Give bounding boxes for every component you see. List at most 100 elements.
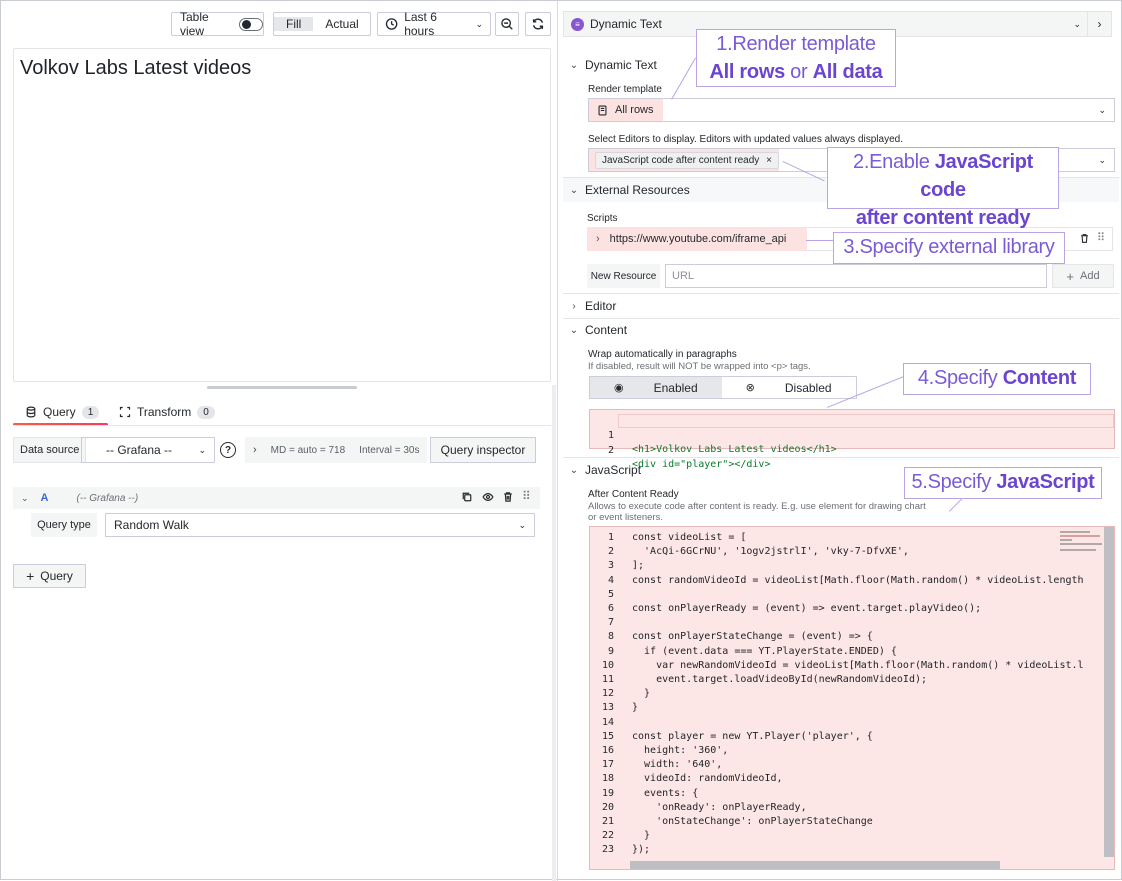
code-line: 7 [590,616,1060,630]
code-text: <h1>Volkov Labs Latest videos</h1> [632,444,837,455]
code-text: var newRandomVideoId = videoList[Math.fl… [632,659,1084,671]
line-number: 17 [601,759,614,771]
query-type-row: Query type Random Walk ⌄ [31,513,539,537]
javascript-code-editor[interactable]: 1 const videoList = [2 'AcQi-6GCrNU', '1o… [589,526,1115,870]
refresh-icon [532,18,544,30]
check-circle-icon: ◉ [614,382,624,394]
new-resource-row: New Resource URL + Add [587,264,1115,288]
tabs-divider [13,425,551,426]
code-line: 19 events: { [590,787,1060,801]
code-line: 21 'onStateChange': onPlayerStateChange [590,815,1060,829]
tab-transform[interactable]: Transform 0 [119,399,215,425]
add-query-label: Query [40,569,73,583]
drag-handle-icon[interactable]: ⠿ [522,489,531,503]
wrap-enabled-option[interactable]: ◉ Enabled [590,377,722,398]
url-input[interactable]: URL [665,264,1047,288]
code-line: 11 event.target.loadVideoById(newRandomV… [590,673,1060,687]
datasource-label: Data source [13,437,87,463]
code-text: const player = new YT.Player('player', { [632,730,873,742]
add-query-button[interactable]: + Query [13,564,86,588]
interval-value: Interval = 30s [359,444,420,456]
actual-option[interactable]: Actual [313,17,370,31]
remove-chip-icon[interactable]: × [766,155,772,166]
horizontal-scrollbar[interactable] [630,861,1000,869]
vertical-scrollbar[interactable] [1104,527,1114,857]
query-options[interactable]: › MD = auto = 718 Interval = 30s [245,437,427,463]
callout-content: 4.Specify Content [903,363,1091,395]
code-line: 20 'onReady': onPlayerReady, [590,801,1060,815]
code-text: } [632,702,639,714]
code-line: 2 'AcQi-6GCrNU', '1ogv2jstrlI', 'vky-7-D… [590,545,1060,559]
section-title: External Resources [585,183,690,197]
plus-icon: + [26,568,35,584]
callout-text: 1.Render template [716,33,876,55]
query-type-select[interactable]: Random Walk ⌄ [105,513,535,537]
drag-handle-icon[interactable]: ⠿ [1097,231,1105,244]
zoom-out-button[interactable] [495,12,519,36]
line-number: 22 [601,830,614,842]
callout-text-line1: 2.Enable JavaScript code [828,148,1058,204]
disabled-label: Disabled [784,380,832,395]
code-text: 'AcQi-6GCrNU', '1ogv2jstrlI', 'vky-7-Dfv… [632,546,909,558]
code-text: event.target.loadVideoById(newRandomVide… [632,674,928,685]
wrap-switch: ◉ Enabled ⊗ Disabled [589,376,857,399]
eye-icon[interactable] [482,491,494,506]
query-inspector-button[interactable]: Query inspector [430,437,536,463]
trash-icon[interactable] [502,491,514,506]
code-text: events: { [632,787,699,799]
script-url[interactable]: https://www.youtube.com/iframe_api [610,233,787,245]
code-text: height: '360', [632,745,729,756]
minimap[interactable] [1060,529,1104,559]
callout-leader [806,240,834,241]
render-template-select[interactable]: All rows ⌄ [588,98,1115,122]
chevron-right-icon: › [572,300,576,312]
refresh-button[interactable] [525,12,551,36]
line-number: 3 [607,560,614,572]
fill-option[interactable]: Fill [274,17,314,31]
table-view-toggle[interactable]: Table view [171,10,264,38]
document-icon [598,104,607,116]
datasource-value: -- Grafana -- [106,443,173,457]
datasource-select[interactable]: -- Grafana -- ⌄ [81,437,215,463]
script-highlight: › https://www.youtube.com/iframe_api [587,227,807,251]
chevron-down-icon: ⌄ [198,444,206,455]
callout-javascript: 5.Specify JavaScript [904,467,1102,499]
help-icon[interactable]: ? [220,442,236,458]
panel-toolbar: Table view Fill Actual Last 6 hours ⌄ [13,9,551,39]
time-range-picker[interactable]: Last 6 hours ⌄ [377,10,491,38]
chevron-right-icon[interactable]: › [596,233,600,245]
callout-bold: All rows [709,61,786,83]
chevron-down-icon: ⌄ [569,464,579,476]
tab-query[interactable]: Query 1 [13,399,108,426]
section-title: Editor [585,299,617,313]
vertical-scrollbar[interactable] [552,385,556,881]
code-text: 'onStateChange': onPlayerStateChange [632,816,873,827]
code-line: 18 videoId: randomVideoId, [590,772,1060,786]
callout-enable-javascript: 2.Enable JavaScript code after content r… [827,147,1059,229]
code-line: 17 width: '640', [590,758,1060,772]
collapse-pane-icon[interactable]: › [1087,12,1111,36]
callout-text: 5.Specify [911,471,997,493]
callout-text: 3.Specify external library [843,236,1055,258]
query-ref-id[interactable]: A [41,492,49,504]
code-line: 5 [590,588,1060,602]
collapse-chevron-icon[interactable]: ⌄ [21,493,29,504]
duplicate-query-icon[interactable] [461,491,473,506]
section-content[interactable]: ⌄ Content [563,318,1119,342]
callout-render-template: 1.Render template All rows or All data [696,29,896,87]
line-number: 13 [601,702,614,714]
render-template-highlight: All rows [589,99,663,121]
add-resource-button[interactable]: + Add [1052,264,1114,288]
trash-icon[interactable] [1079,233,1090,247]
datasource-row: Data source -- Grafana -- ⌄ ? › MD = aut… [13,437,551,463]
zoom-out-icon [501,18,513,30]
line-number: 2 [607,445,614,456]
visualization-name: Dynamic Text [590,17,662,31]
section-editor[interactable]: › Editor [563,294,1119,318]
editor-chip: JavaScript code after content ready × [595,151,779,169]
resize-handle[interactable] [207,386,357,389]
query-tabs: Query 1 Transform 0 [13,399,551,426]
content-code-editor[interactable]: 1 <h1>Volkov Labs Latest videos</h1> 2 <… [589,409,1115,470]
after-content-description-2: or event listeners. [588,512,663,523]
wrap-disabled-option[interactable]: ⊗ Disabled [722,377,856,398]
